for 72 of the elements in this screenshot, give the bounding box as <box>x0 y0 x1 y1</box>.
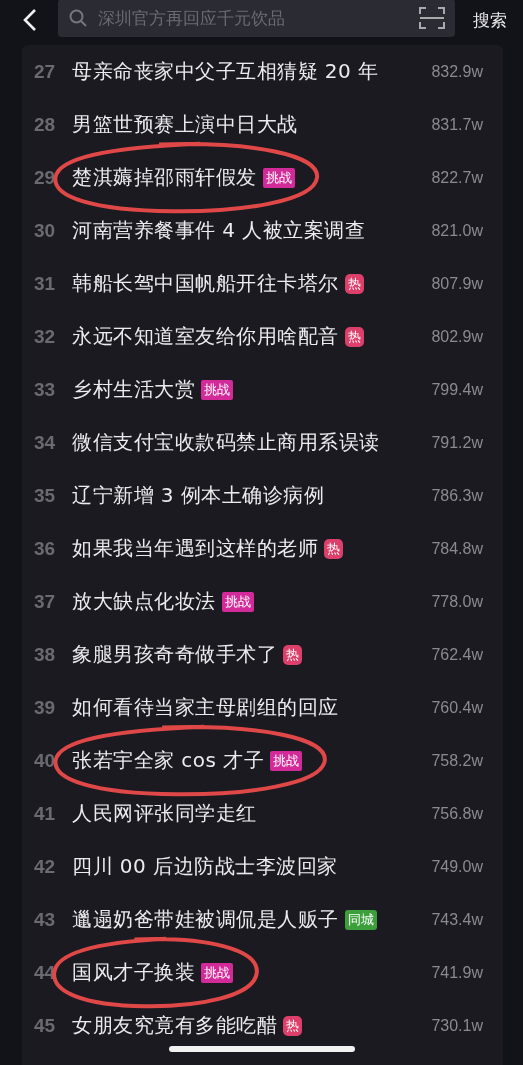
topic-title[interactable]: 女朋友究竟有多能吃醋 <box>72 1012 277 1039</box>
view-count: 786.3w <box>431 486 483 505</box>
view-count: 784.8w <box>431 539 483 558</box>
view-count: 799.4w <box>431 380 483 399</box>
rank-number: 28 <box>34 113 57 136</box>
topic-tag: 热 <box>283 644 302 665</box>
view-count: 778.0w <box>431 592 483 611</box>
view-count: 730.1w <box>431 1016 483 1035</box>
view-count: 762.4w <box>431 645 483 664</box>
view-count: 832.9w <box>431 62 483 81</box>
rank-number: 31 <box>34 272 57 295</box>
view-count: 822.7w <box>431 168 483 187</box>
view-count: 831.7w <box>431 115 483 134</box>
view-count: 749.0w <box>431 857 483 876</box>
rank-number: 39 <box>34 696 57 719</box>
topic-title[interactable]: 楚淇薅掉邵雨轩假发 <box>72 164 257 191</box>
rank-number: 38 <box>34 643 57 666</box>
topic-tag: 挑战 <box>201 962 233 983</box>
topic-title[interactable]: 象腿男孩奇奇做手术了 <box>72 641 277 668</box>
topic-title[interactable]: 母亲命丧家中父子互相猜疑 20 年 <box>72 58 379 85</box>
topic-tag: 热 <box>344 273 364 294</box>
rank-number: 30 <box>34 219 57 242</box>
rank-number: 41 <box>34 802 57 825</box>
topic-tag: 挑战 <box>270 750 303 771</box>
topic-tag: 挑战 <box>221 591 254 612</box>
view-count: 807.9w <box>431 274 483 293</box>
topic-title[interactable]: 邋遢奶爸带娃被调侃是人贩子 <box>72 906 339 933</box>
rank-number: 42 <box>34 855 57 878</box>
rank-number: 36 <box>34 537 57 560</box>
topic-tag: 热 <box>283 1015 302 1036</box>
view-count: 756.8w <box>431 804 483 823</box>
topic-title[interactable]: 微信支付宝收款码禁止商用系误读 <box>72 429 380 456</box>
topic-title[interactable]: 男篮世预赛上演中日大战 <box>72 111 298 138</box>
topic-title[interactable]: 放大缺点化妆法 <box>72 588 216 615</box>
topic-title[interactable]: 张若宇全家 cos 才子 <box>72 747 265 774</box>
topic-tag: 同城 <box>344 909 377 930</box>
topic-title[interactable]: 辽宁新增 3 例本土确诊病例 <box>72 482 325 509</box>
rank-number: 35 <box>34 484 57 507</box>
topic-tag: 热 <box>344 326 364 347</box>
search-input[interactable]: 深圳官方再回应千元饮品 <box>96 7 411 29</box>
rank-number: 27 <box>34 60 57 83</box>
rank-number: 32 <box>34 325 57 348</box>
rank-number: 37 <box>34 590 57 613</box>
view-count: 741.9w <box>431 963 483 982</box>
topic-title[interactable]: 如果我当年遇到这样的老师 <box>72 535 318 562</box>
rank-number: 33 <box>34 378 57 401</box>
view-count: 743.4w <box>431 910 483 929</box>
rank-number: 45 <box>34 1014 57 1037</box>
rank-number: 34 <box>34 431 57 454</box>
topic-title[interactable]: 永远不知道室友给你用啥配音 <box>72 323 339 350</box>
topic-title[interactable]: 如何看待当家主母剧组的回应 <box>72 694 339 721</box>
rank-number: 40 <box>34 749 57 772</box>
topic-tag: 热 <box>324 538 343 559</box>
rank-number: 29 <box>34 166 57 189</box>
topic-title[interactable]: 国风才子换装 <box>72 959 195 986</box>
search-button[interactable]: 搜索 <box>469 8 511 32</box>
topic-tag: 挑战 <box>262 167 295 188</box>
rank-number: 43 <box>34 908 57 931</box>
topic-tag: 挑战 <box>201 379 233 400</box>
scan-icon[interactable] <box>419 6 445 30</box>
search-field[interactable]: 深圳官方再回应千元饮品 <box>58 0 455 37</box>
view-count: 791.2w <box>431 433 483 452</box>
view-count: 760.4w <box>431 698 483 717</box>
topic-title[interactable]: 人民网评张同学走红 <box>72 800 257 827</box>
topic-title[interactable]: 河南营养餐事件 4 人被立案调查 <box>72 217 366 244</box>
view-count: 802.9w <box>431 327 483 346</box>
topic-title[interactable]: 乡村生活大赏 <box>72 376 195 403</box>
topic-title[interactable]: 韩船长驾中国帆船开往卡塔尔 <box>72 270 339 297</box>
search-icon <box>68 8 88 28</box>
view-count: 821.0w <box>431 221 483 240</box>
topic-title[interactable]: 四川 00 后边防战士李波回家 <box>72 853 338 880</box>
view-count: 758.2w <box>431 751 483 770</box>
